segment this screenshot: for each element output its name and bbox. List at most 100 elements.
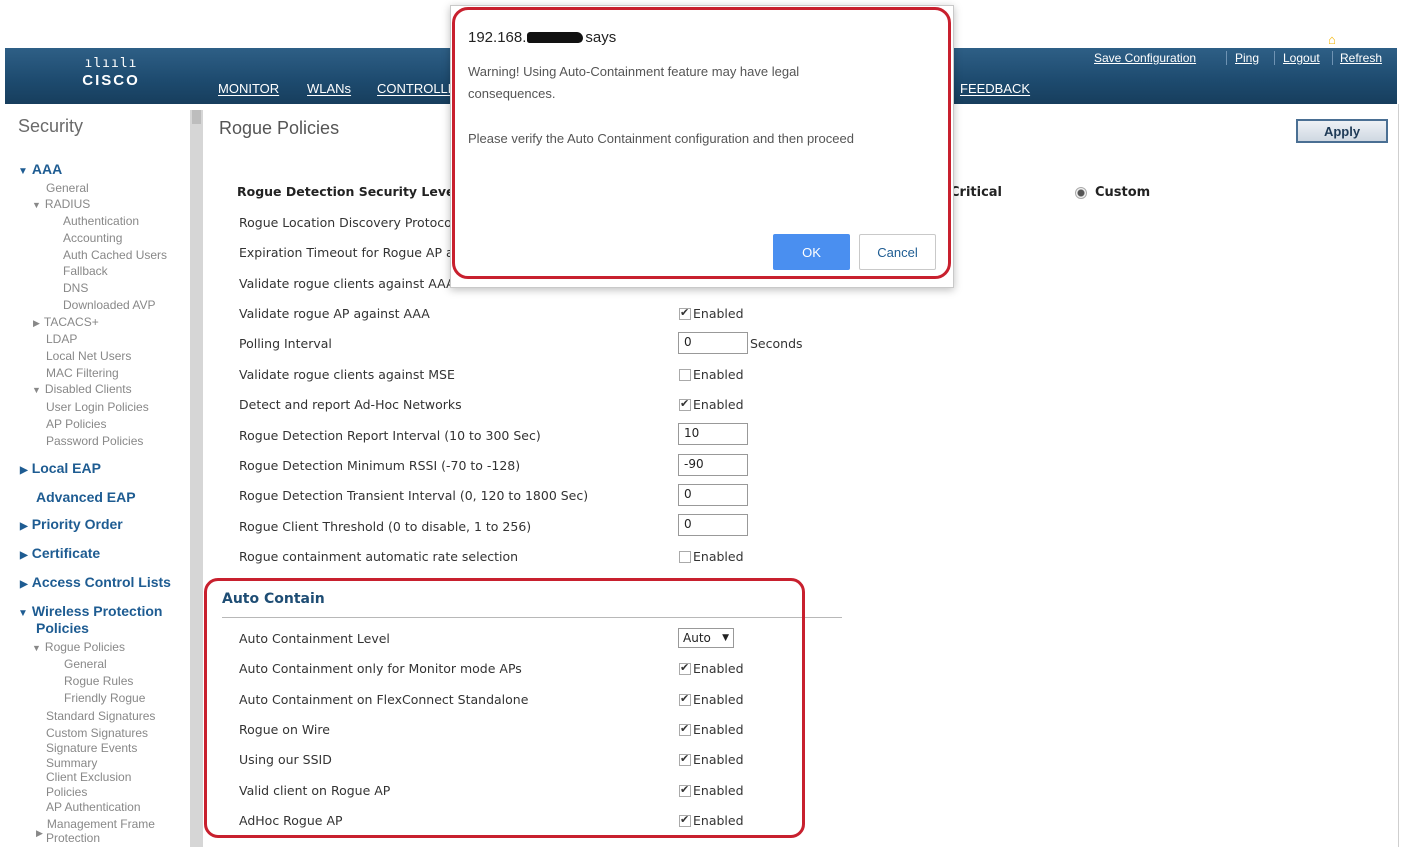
sidebar-item-tacacs[interactable]: ▶ TACACS+	[33, 315, 99, 329]
nav-monitor[interactable]: MONITOR	[218, 81, 279, 96]
valid-client-checkbox[interactable]: Enabled	[679, 783, 744, 798]
sidebar-item-standard-signatures[interactable]: Standard Signatures	[46, 709, 155, 723]
chevron-right-icon: ▶	[20, 465, 28, 476]
flexconnect-checkbox[interactable]: Enabled	[679, 692, 744, 707]
sidebar-item-advanced-eap[interactable]: Advanced EAP	[36, 489, 136, 505]
sidebar-item-mac-filtering[interactable]: MAC Filtering	[46, 366, 119, 380]
valid-client-label: Valid client on Rogue AP	[239, 783, 391, 798]
chevron-right-icon: ▶	[20, 550, 28, 561]
sidebar-item-local-net-users[interactable]: Local Net Users	[46, 349, 131, 363]
chevron-right-icon: ▶	[20, 521, 28, 532]
polling-interval-input[interactable]: 0	[678, 332, 748, 354]
adhoc-rogue-ap-checkbox[interactable]: Enabled	[679, 813, 744, 828]
sidebar-item-dns[interactable]: DNS	[63, 281, 88, 295]
using-our-ssid-checkbox[interactable]: Enabled	[679, 752, 744, 767]
radio-custom-label: Custom	[1095, 185, 1151, 200]
radio-custom[interactable]: Custom	[1075, 185, 1150, 200]
sidebar-scrollbar[interactable]	[190, 110, 203, 847]
sidebar-item-accounting[interactable]: Accounting	[63, 231, 122, 245]
sidebar-item-rogue-policies[interactable]: ▼ Rogue Policies	[32, 640, 125, 654]
sidebar-item-auth-cached-users[interactable]: Auth Cached Users	[63, 248, 167, 262]
checkbox-checked-icon	[679, 813, 691, 827]
sidebar-item-aaa[interactable]: ▼ AAA	[18, 161, 62, 177]
content-border	[1398, 104, 1399, 847]
using-our-ssid-label: Using our SSID	[239, 752, 332, 767]
cisco-logo: ılıılı CISCO	[61, 56, 161, 89]
auto-containment-level-select[interactable]: Auto ▼	[678, 628, 734, 648]
sidebar-item-radius[interactable]: ▼ RADIUS	[32, 197, 90, 211]
sidebar-item-label-continued[interactable]: Summary	[46, 756, 97, 770]
checkbox-unchecked-icon	[679, 368, 691, 381]
sidebar-item-label-continued[interactable]: Policies	[46, 785, 87, 799]
validate-ap-aaa-label: Validate rogue AP against AAA	[239, 306, 430, 321]
sidebar-item-wireless-protection-policies[interactable]: ▼ Wireless Protection	[18, 603, 163, 619]
sidebar-item-authentication[interactable]: Authentication	[63, 214, 139, 228]
ping-link[interactable]: Ping	[1235, 51, 1259, 65]
sidebar-item-access-control-lists[interactable]: ▶ Access Control Lists	[20, 574, 171, 590]
sidebar-item-label-continued[interactable]: Policies	[36, 620, 89, 636]
sidebar-item-management-frame-protection[interactable]: ▶Management Frame	[36, 817, 155, 838]
sidebar-item-general[interactable]: General	[46, 181, 89, 195]
cancel-button[interactable]: Cancel	[859, 234, 936, 270]
nav-wlans[interactable]: WLANs	[307, 81, 351, 96]
sidebar-item-client-exclusion-policies[interactable]: Client Exclusion	[46, 770, 131, 784]
flexconnect-label: Auto Containment on FlexConnect Standalo…	[239, 692, 529, 707]
sidebar-item-fallback[interactable]: Fallback	[63, 264, 108, 278]
link-separator	[1226, 51, 1227, 65]
rogue-on-wire-label: Rogue on Wire	[239, 722, 330, 737]
validate-clients-mse-label: Validate rogue clients against MSE	[239, 367, 455, 382]
chevron-right-icon: ▶	[33, 318, 40, 328]
sidebar-item-downloaded-avp[interactable]: Downloaded AVP	[63, 298, 156, 312]
monitor-mode-label: Auto Containment only for Monitor mode A…	[239, 661, 522, 676]
rogue-on-wire-checkbox[interactable]: Enabled	[679, 722, 744, 737]
client-threshold-label: Rogue Client Threshold (0 to disable, 1 …	[239, 519, 532, 534]
sidebar-item-label-continued[interactable]: Protection	[46, 831, 100, 845]
refresh-link[interactable]: Refresh	[1340, 51, 1382, 65]
sidebar-item-label: Wireless Protection	[31, 603, 163, 619]
checkbox-label: Enabled	[693, 397, 744, 412]
validate-clients-mse-checkbox[interactable]: Enabled	[679, 367, 744, 382]
logout-link[interactable]: Logout	[1283, 51, 1320, 65]
home-link[interactable]: ⌂ Home	[1328, 32, 1374, 47]
sidebar-item-password-policies[interactable]: Password Policies	[46, 434, 143, 448]
sidebar-item-rogue-general[interactable]: General	[64, 657, 107, 671]
checkbox-checked-icon	[679, 397, 691, 411]
report-interval-input[interactable]: 10	[678, 423, 748, 445]
sidebar-item-label: Management Frame	[46, 817, 155, 831]
rate-selection-checkbox[interactable]: Enabled	[679, 549, 744, 564]
apply-button[interactable]: Apply	[1296, 119, 1388, 143]
sidebar-item-ldap[interactable]: LDAP	[46, 332, 77, 346]
save-configuration-link[interactable]: Save Configuration	[1094, 51, 1196, 65]
ok-button[interactable]: OK	[773, 234, 850, 270]
link-separator	[1332, 51, 1333, 65]
sidebar-item-label: Rogue Policies	[44, 640, 125, 654]
sidebar-item-ap-authentication[interactable]: AP Authentication	[46, 800, 141, 814]
nav-feedback[interactable]: FEEDBACK	[960, 81, 1030, 96]
sidebar-item-ap-policies[interactable]: AP Policies	[46, 417, 106, 431]
dialog-title-prefix: 192.168.	[468, 29, 527, 46]
radio-critical[interactable]: Critical	[950, 185, 1002, 200]
sidebar-item-certificate[interactable]: ▶ Certificate	[20, 545, 100, 561]
dropdown-arrow-icon: ▼	[722, 633, 729, 643]
client-threshold-input[interactable]: 0	[678, 514, 748, 536]
sidebar-item-priority-order[interactable]: ▶ Priority Order	[20, 516, 123, 532]
scrollbar-thumb[interactable]	[192, 110, 201, 124]
checkbox-label: Enabled	[693, 692, 744, 707]
dialog-title-suffix: says	[585, 29, 617, 46]
sidebar-item-friendly-rogue[interactable]: Friendly Rogue	[64, 691, 145, 705]
sidebar-item-label: Priority Order	[31, 516, 123, 532]
sidebar-item-rogue-rules[interactable]: Rogue Rules	[64, 674, 133, 688]
sidebar-item-signature-events-summary[interactable]: Signature Events	[46, 741, 137, 755]
sidebar-item-local-eap[interactable]: ▶ Local EAP	[20, 460, 101, 476]
sidebar-item-disabled-clients[interactable]: ▼ Disabled Clients	[32, 382, 132, 396]
monitor-mode-checkbox[interactable]: Enabled	[679, 661, 744, 676]
sidebar-title: Security	[18, 116, 84, 136]
validate-ap-aaa-checkbox[interactable]: Enabled	[679, 306, 744, 321]
transient-interval-input[interactable]: 0	[678, 484, 748, 506]
detect-adhoc-checkbox[interactable]: Enabled	[679, 397, 744, 412]
min-rssi-input[interactable]: -90	[678, 454, 748, 476]
sidebar-item-custom-signatures[interactable]: Custom Signatures	[46, 726, 148, 740]
sidebar-item-user-login-policies[interactable]: User Login Policies	[46, 400, 149, 414]
sidebar-item-label: Local EAP	[31, 460, 101, 476]
sidebar-item-label: AAA	[31, 161, 63, 177]
